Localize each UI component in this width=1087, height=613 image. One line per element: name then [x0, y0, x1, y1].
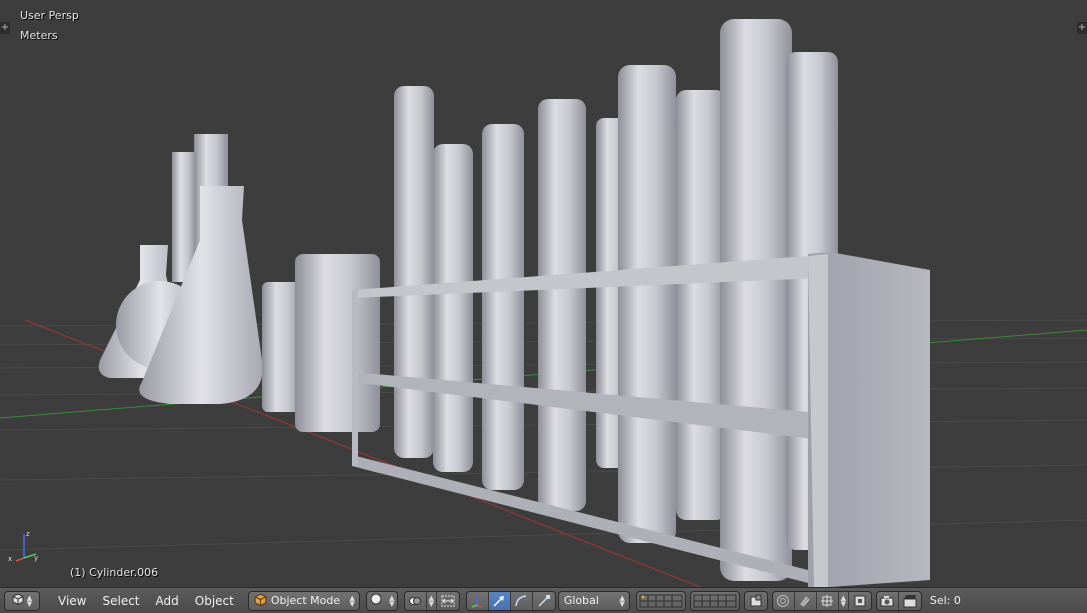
chevron-updown-icon: ▲ ▼: [389, 593, 395, 608]
snapping-group: ▲ ▼: [771, 590, 872, 611]
layer-buttons-group-2: [689, 590, 740, 611]
layer-buttons-group-1: [635, 590, 686, 611]
x-axis-gizmo-label: x: [8, 555, 12, 562]
area-split-widget-left[interactable]: +: [0, 22, 10, 34]
menu-select[interactable]: Select: [94, 591, 147, 611]
manipulator-axes-icon[interactable]: [467, 591, 489, 610]
chevron-updown-icon: ▲ ▼: [26, 593, 33, 608]
3d-view-cube-icon: [12, 593, 24, 608]
beaker-group: [262, 254, 380, 432]
layer-grid-icon[interactable]: [637, 592, 685, 610]
opengl-render-clapper-icon[interactable]: [899, 592, 921, 610]
active-object-label: (1) Cylinder.006: [70, 566, 159, 579]
object-mode-cube-icon: [254, 592, 267, 609]
header-menus: View Select Add Object: [50, 591, 242, 611]
layer-lock-icon[interactable]: [745, 592, 767, 610]
mode-dropdown[interactable]: Object Mode ▲ ▼: [247, 590, 360, 611]
rotate-arc-icon[interactable]: [511, 591, 533, 610]
layer-lock-group: [743, 590, 768, 611]
z-axis-gizmo-label: z: [26, 530, 30, 538]
3d-view-header: ▲ ▼ View Select Add Object Object Mode ▲ ▼…: [0, 587, 1087, 613]
menu-add[interactable]: Add: [148, 591, 187, 611]
units-label: Meters: [20, 29, 58, 42]
snap-target-icon[interactable]: [849, 592, 871, 610]
axis-gizmo: z y x: [8, 530, 38, 562]
translate-arrow-icon[interactable]: [488, 591, 511, 610]
chevron-updown-icon: ▲ ▼: [349, 593, 355, 608]
flask-group: [98, 134, 263, 404]
mode-dropdown-value: Object Mode: [270, 594, 341, 607]
scene-render[interactable]: [0, 0, 1087, 587]
3d-viewport[interactable]: User Persp Meters (1) Cylinder.006 + + z…: [0, 0, 1087, 587]
selection-status: Sel: 0: [929, 594, 961, 607]
viewport-shading-dropdown[interactable]: ▲ ▼: [365, 590, 398, 611]
render-buttons-group: [875, 590, 922, 611]
transform-manipulators-group: [465, 590, 556, 611]
transform-orientation-dropdown[interactable]: Global ▲ ▼: [557, 590, 630, 611]
area-split-widget-right[interactable]: +: [1077, 22, 1087, 34]
scale-icon[interactable]: [533, 592, 555, 610]
snap-dropdown-arrows-icon[interactable]: ▲ ▼: [839, 591, 849, 610]
pivot-dropdown-arrows-icon[interactable]: ▲ ▼: [427, 591, 437, 610]
menu-view[interactable]: View: [50, 591, 94, 611]
snap-magnet-icon[interactable]: [795, 591, 817, 610]
proportional-edit-icon[interactable]: [773, 591, 795, 610]
menu-object[interactable]: Object: [187, 591, 242, 611]
layer-grid-icon[interactable]: [691, 592, 739, 610]
orientation-dropdown-value: Global: [563, 594, 599, 607]
manipulator-toggle-icon[interactable]: [437, 592, 459, 610]
editor-type-button[interactable]: ▲ ▼: [4, 590, 40, 611]
chevron-updown-icon: ▲ ▼: [619, 593, 625, 608]
pivot-point-icon[interactable]: [405, 591, 427, 610]
test-tubes: [394, 19, 838, 581]
solid-sphere-icon: [370, 593, 382, 608]
pivot-and-manipulator-group: ▲ ▼: [403, 590, 460, 611]
opengl-render-camera-icon[interactable]: [877, 591, 899, 610]
y-axis-gizmo-label: y: [34, 554, 38, 562]
view-perspective-label: User Persp: [20, 9, 79, 22]
x-axis-gizmo-line: [15, 557, 25, 562]
snap-element-icon[interactable]: [817, 591, 839, 610]
